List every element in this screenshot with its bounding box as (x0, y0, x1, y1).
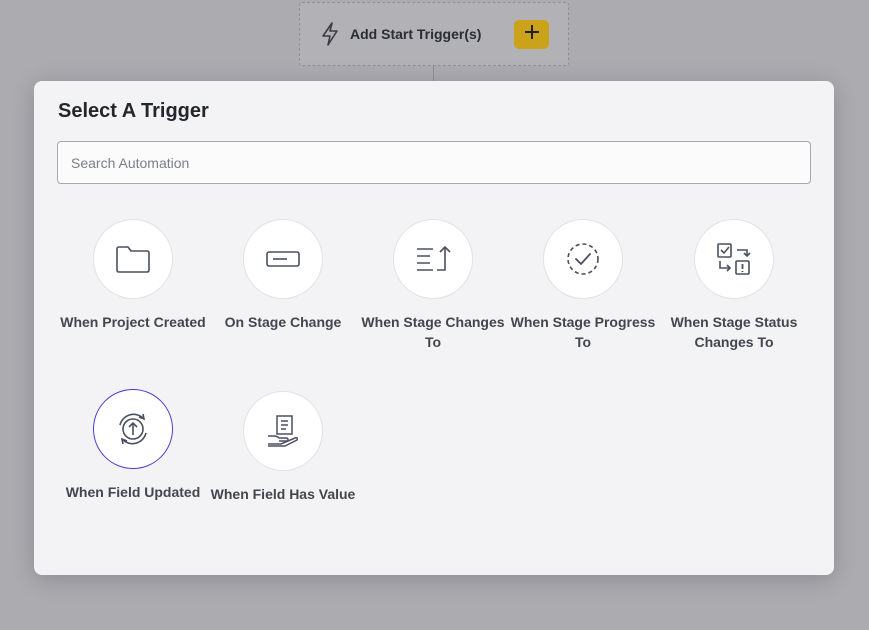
trigger-label: On Stage Change (224, 314, 342, 330)
refresh-upload-icon (115, 411, 151, 447)
trigger-when-stage-status-changes-to[interactable]: When Stage Status Changes To (659, 219, 809, 352)
trigger-label: When Stage Status Changes To (670, 314, 798, 350)
add-start-trigger-label: Add Start Trigger(s) (350, 26, 482, 42)
flow-connector-line (433, 66, 434, 81)
search-input[interactable] (57, 141, 811, 184)
plus-icon (524, 24, 540, 45)
trigger-when-stage-changes-to[interactable]: When Stage Changes To (358, 219, 508, 352)
progress-check-icon (565, 241, 601, 277)
lightning-bolt-icon (319, 21, 341, 47)
modal-title: Select A Trigger (58, 100, 209, 122)
status-swap-icon (716, 242, 752, 276)
trigger-label: When Stage Progress To (510, 314, 656, 350)
trigger-label: When Field Has Value (210, 486, 356, 502)
document-hand-icon (265, 414, 301, 448)
trigger-label: When Project Created (60, 314, 206, 330)
trigger-when-stage-progress-to[interactable]: When Stage Progress To (508, 219, 658, 352)
trigger-when-field-updated[interactable]: When Field Updated (58, 389, 208, 502)
trigger-label: When Stage Changes To (361, 314, 505, 350)
folder-icon (115, 244, 151, 274)
trigger-when-project-created[interactable]: When Project Created (58, 219, 208, 332)
stage-bar-icon (266, 250, 300, 268)
add-trigger-button[interactable] (514, 20, 549, 49)
select-trigger-modal: Select A Trigger When Project Created On… (34, 81, 834, 575)
add-start-trigger-node[interactable]: Add Start Trigger(s) (299, 2, 569, 66)
list-return-icon (415, 243, 451, 275)
trigger-label: When Field Updated (65, 484, 201, 500)
trigger-on-stage-change[interactable]: On Stage Change (208, 219, 358, 332)
trigger-when-field-has-value[interactable]: When Field Has Value (208, 391, 358, 504)
